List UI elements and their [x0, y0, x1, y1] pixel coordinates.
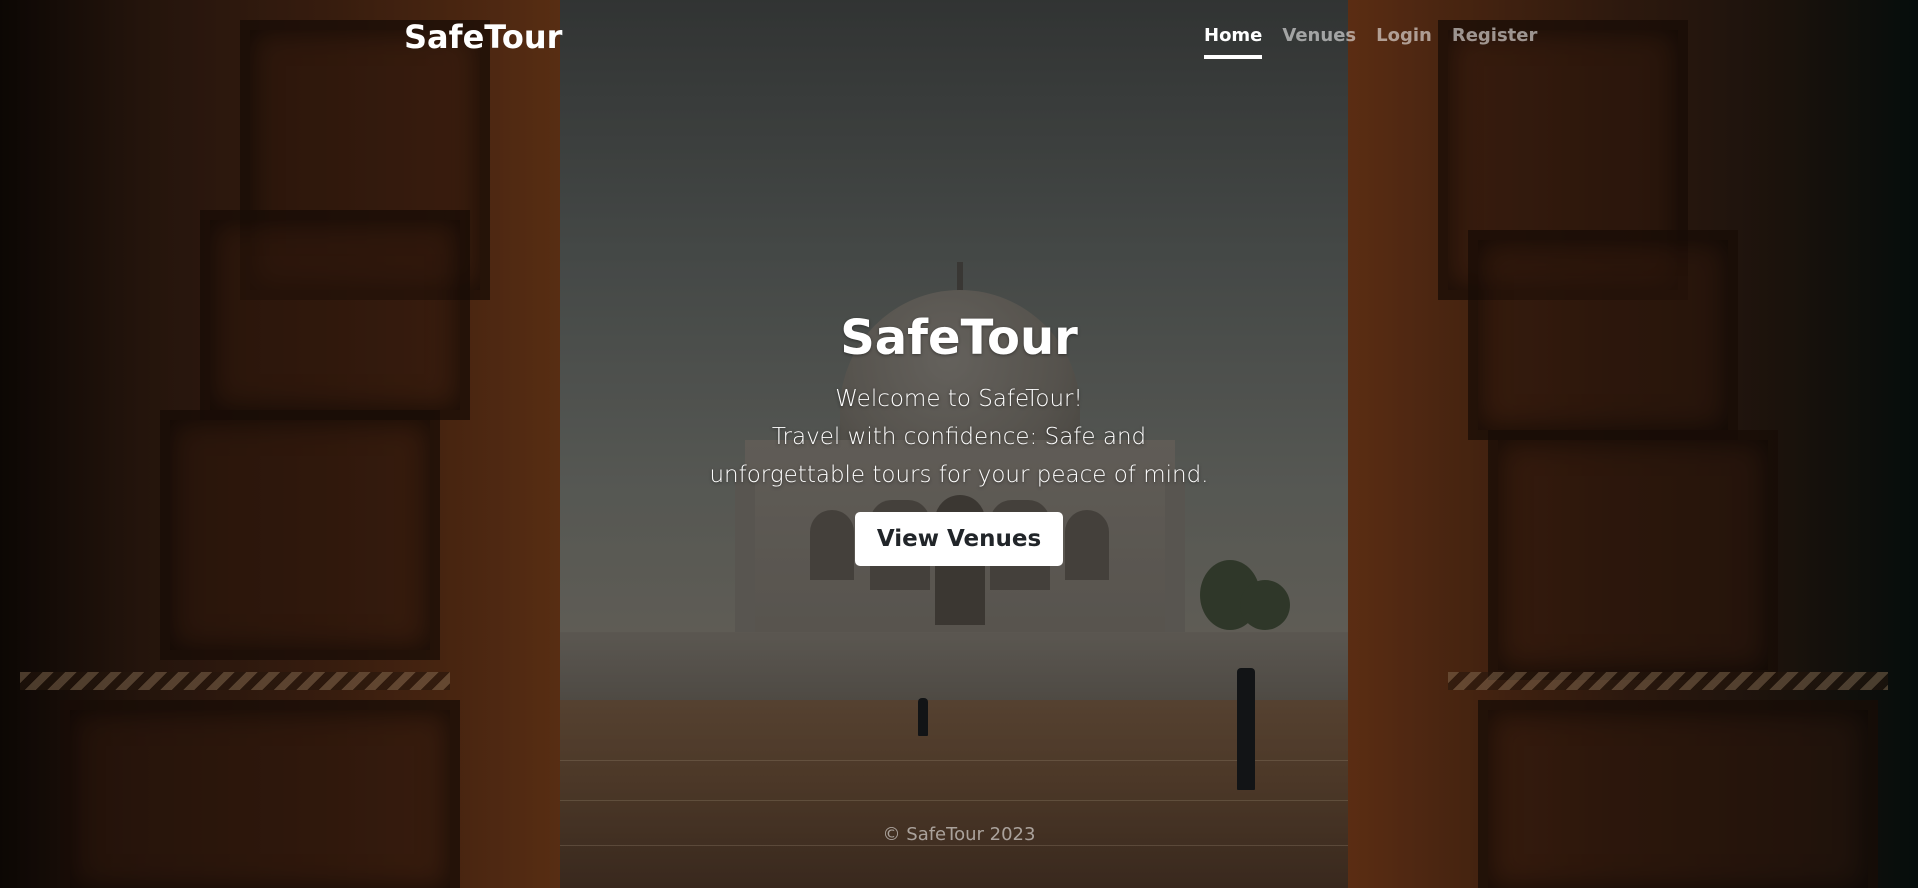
- nav-link-home[interactable]: Home: [1204, 25, 1263, 59]
- hero-welcome-text: Welcome to SafeTour!: [835, 386, 1083, 412]
- page: SafeTour Home Venues Login Register Safe…: [0, 0, 1918, 888]
- main-nav: Home Venues Login Register: [1204, 25, 1557, 59]
- hero-lead: Welcome to SafeTour! Travel with confide…: [709, 380, 1209, 494]
- nav-link-venues[interactable]: Venues: [1282, 25, 1356, 59]
- footer: © SafeTour 2023: [0, 824, 1918, 845]
- view-venues-button[interactable]: View Venues: [854, 512, 1064, 566]
- navbar: SafeTour Home Venues Login Register: [0, 0, 1918, 70]
- hero-title: SafeTour: [840, 310, 1078, 366]
- nav-link-register[interactable]: Register: [1452, 25, 1538, 59]
- brand-logo[interactable]: SafeTour: [404, 18, 562, 56]
- footer-copyright: © SafeTour 2023: [882, 824, 1036, 845]
- nav-link-login[interactable]: Login: [1376, 25, 1432, 59]
- hero-tagline-text: Travel with confidence: Safe and unforge…: [709, 424, 1209, 488]
- hero-section: SafeTour Welcome to SafeTour! Travel wit…: [0, 310, 1918, 566]
